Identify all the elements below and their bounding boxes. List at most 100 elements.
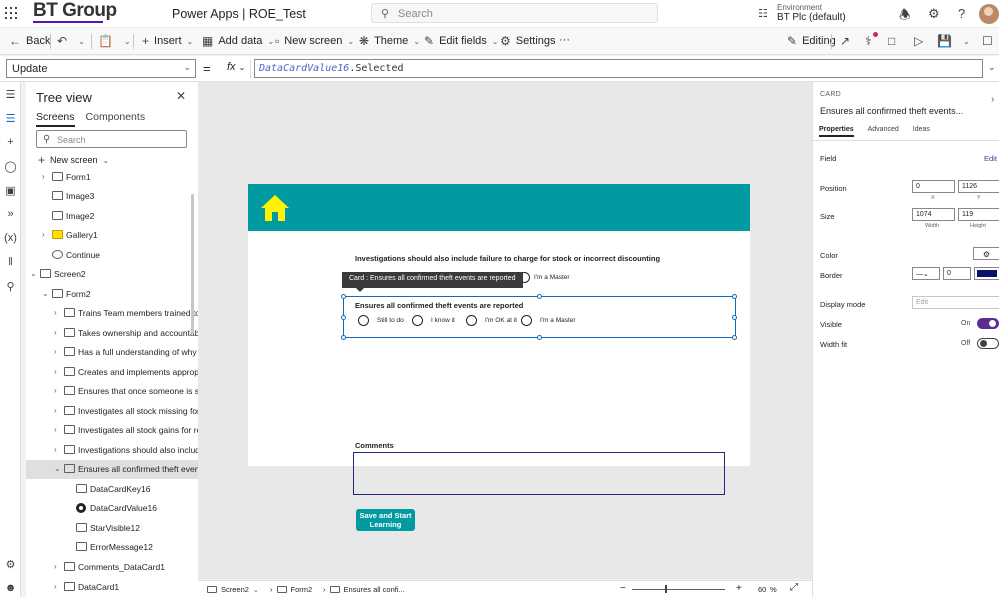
tree-item-starvisible12[interactable]: StarVisible12 bbox=[26, 519, 198, 538]
visible-toggle[interactable] bbox=[977, 318, 999, 329]
chevron-right-icon[interactable]: › bbox=[54, 347, 57, 356]
chevron-down-icon[interactable]: ⌄ bbox=[30, 269, 37, 278]
tab-components[interactable]: Components bbox=[86, 111, 146, 127]
search-icon[interactable]: ⚲ bbox=[4, 280, 17, 293]
tree-item-card-selected[interactable]: ⌄ Ensures all confirmed theft events are bbox=[26, 460, 198, 479]
tree-item-card[interactable]: › Has a full understanding of why varia bbox=[26, 343, 198, 362]
user-icon[interactable]: ☻ bbox=[4, 582, 17, 594]
tree-item-datacardkey16[interactable]: DataCardKey16 bbox=[26, 480, 198, 499]
zoom-slider[interactable] bbox=[632, 589, 725, 590]
resize-handle[interactable] bbox=[341, 335, 346, 340]
zoom-out-button[interactable]: − bbox=[620, 583, 626, 594]
tree-item-card[interactable]: › Ensures that once someone is signed bbox=[26, 382, 198, 401]
new-screen-link[interactable]: + New screen ⌄ bbox=[38, 153, 109, 167]
selected-card[interactable]: Ensures all confirmed theft events are r… bbox=[341, 294, 737, 340]
breadcrumb-screen2[interactable]: Screen2 ⌄ bbox=[207, 585, 259, 594]
tree-item-card[interactable]: › Creates and implements appropriate bbox=[26, 363, 198, 382]
insert-plus-icon[interactable]: + bbox=[4, 136, 17, 148]
gear-icon[interactable]: ⚙ bbox=[928, 6, 940, 22]
radio-option[interactable]: I'm a Master bbox=[521, 315, 581, 326]
zoom-slider-thumb[interactable] bbox=[665, 585, 667, 593]
radio-option[interactable]: Still to do bbox=[358, 315, 412, 326]
radio-option[interactable]: I know it bbox=[412, 315, 466, 326]
height-input[interactable]: 119 bbox=[958, 208, 999, 221]
position-x-input[interactable]: 0 bbox=[912, 180, 955, 193]
chevron-right-icon[interactable]: › bbox=[42, 230, 45, 239]
resize-handle[interactable] bbox=[537, 294, 542, 299]
field-edit-link[interactable]: Edit bbox=[984, 154, 997, 163]
close-icon[interactable]: ✕ bbox=[176, 89, 186, 103]
chevron-down-icon[interactable]: ⌄ bbox=[42, 289, 49, 298]
tree-item-continue[interactable]: Continue bbox=[26, 246, 198, 265]
chevron-down-icon[interactable]: ⌄ bbox=[988, 62, 996, 73]
chevron-right-icon[interactable]: › bbox=[54, 406, 57, 415]
gear-icon[interactable]: ⚙ bbox=[4, 558, 17, 571]
chevron-right-icon[interactable]: › bbox=[54, 386, 57, 395]
tree-item-card[interactable]: › Investigates all stock missing for inte bbox=[26, 402, 198, 421]
zoom-in-button[interactable]: + bbox=[736, 583, 742, 594]
radio-option[interactable]: I'm OK at it bbox=[466, 315, 521, 326]
publish-icon[interactable]: ☐ bbox=[982, 34, 993, 48]
property-dropdown[interactable]: Update ⌄ bbox=[6, 59, 196, 78]
tree-item-card[interactable]: › Investigates all stock gains for return bbox=[26, 421, 198, 440]
tree-item-comments-datacard1[interactable]: › Comments_DataCard1 bbox=[26, 558, 198, 577]
breadcrumb-card[interactable]: › Ensures all confi... bbox=[323, 585, 405, 594]
width-input[interactable]: 1074 bbox=[912, 208, 955, 221]
app-launcher-icon[interactable] bbox=[5, 7, 17, 19]
variables-icon[interactable]: (x) bbox=[4, 232, 17, 244]
resize-handle[interactable] bbox=[732, 294, 737, 299]
chevron-right-icon[interactable]: › bbox=[54, 367, 57, 376]
chevron-right-icon[interactable]: › bbox=[991, 94, 994, 105]
layers-icon[interactable]: ☰ bbox=[4, 112, 17, 125]
radio-option[interactable]: I'm a Master bbox=[519, 272, 570, 283]
width-fit-toggle[interactable] bbox=[977, 338, 999, 349]
resize-handle[interactable] bbox=[341, 294, 346, 299]
tree-scrollbar[interactable] bbox=[191, 194, 194, 334]
bell-icon[interactable]: 🕭 bbox=[899, 6, 911, 28]
tree-item-form1[interactable]: › Form1 bbox=[26, 168, 198, 187]
editing-button[interactable]: ✎ Editing bbox=[787, 34, 836, 48]
paste-button[interactable]: 📋 ⌄ bbox=[98, 34, 131, 48]
border-style-dropdown[interactable]: —⌄ bbox=[912, 267, 940, 280]
home-icon[interactable] bbox=[260, 194, 290, 222]
comments-input[interactable] bbox=[353, 452, 725, 495]
data-icon[interactable]: ◯ bbox=[4, 160, 17, 173]
chevron-down-icon[interactable]: ⌄ bbox=[78, 37, 85, 46]
chevron-right-icon[interactable]: › bbox=[54, 562, 57, 571]
resize-handle[interactable] bbox=[732, 315, 737, 320]
tree-item-card[interactable]: › Investigations should also include fai bbox=[26, 441, 198, 460]
tree-item-datacardvalue16[interactable]: DataCardValue16 bbox=[26, 499, 198, 518]
chevron-right-icon[interactable]: › bbox=[54, 582, 57, 591]
tools-icon[interactable]: ‖ bbox=[4, 256, 17, 268]
comments-icon[interactable]: □ bbox=[888, 34, 895, 48]
global-search-input[interactable]: ⚲ Search bbox=[371, 3, 658, 23]
add-data-button[interactable]: ▦ Add data ⌄ bbox=[202, 34, 274, 48]
share-icon[interactable]: ↗ bbox=[840, 34, 850, 48]
edit-fields-button[interactable]: ✎ Edit fields ⌄ bbox=[424, 34, 498, 48]
tree-item-image2[interactable]: Image2 bbox=[26, 207, 198, 226]
tree-item-card[interactable]: › Trains Team members trained to und bbox=[26, 304, 198, 323]
tab-screens[interactable]: Screens bbox=[36, 111, 75, 127]
back-button[interactable]: ← Back bbox=[9, 34, 50, 48]
menu-icon[interactable]: ☰ bbox=[4, 88, 17, 101]
chevron-right-icon[interactable]: › bbox=[54, 425, 57, 434]
tree-item-form2[interactable]: ⌄ Form2 bbox=[26, 285, 198, 304]
fill-color-picker[interactable]: ⚙ bbox=[973, 247, 999, 260]
save-icon[interactable]: 💾 ⌄ bbox=[937, 34, 970, 48]
border-color-picker[interactable] bbox=[974, 267, 999, 280]
fx-button[interactable]: fx ⌄ bbox=[223, 59, 251, 78]
resize-handle[interactable] bbox=[341, 315, 346, 320]
resize-handle[interactable] bbox=[732, 335, 737, 340]
tab-properties[interactable]: Properties bbox=[819, 126, 854, 137]
insert-button[interactable]: + Insert ⌄ bbox=[142, 34, 193, 48]
display-mode-dropdown[interactable]: Edit bbox=[912, 296, 999, 309]
app-checker-icon[interactable]: ⚕ bbox=[865, 32, 878, 48]
chevron-right-icon[interactable]: › bbox=[42, 172, 45, 181]
formula-input[interactable]: DataCardValue16.Selected bbox=[254, 59, 983, 78]
settings-button[interactable]: ⚙ Settings bbox=[500, 34, 556, 48]
tab-advanced[interactable]: Advanced bbox=[868, 126, 899, 137]
tree-item-image3[interactable]: Image3 bbox=[26, 187, 198, 206]
undo-button[interactable]: ↶ ⌄ bbox=[57, 34, 85, 48]
power-automate-icon[interactable]: » bbox=[4, 208, 17, 220]
tab-ideas[interactable]: Ideas bbox=[913, 126, 930, 137]
